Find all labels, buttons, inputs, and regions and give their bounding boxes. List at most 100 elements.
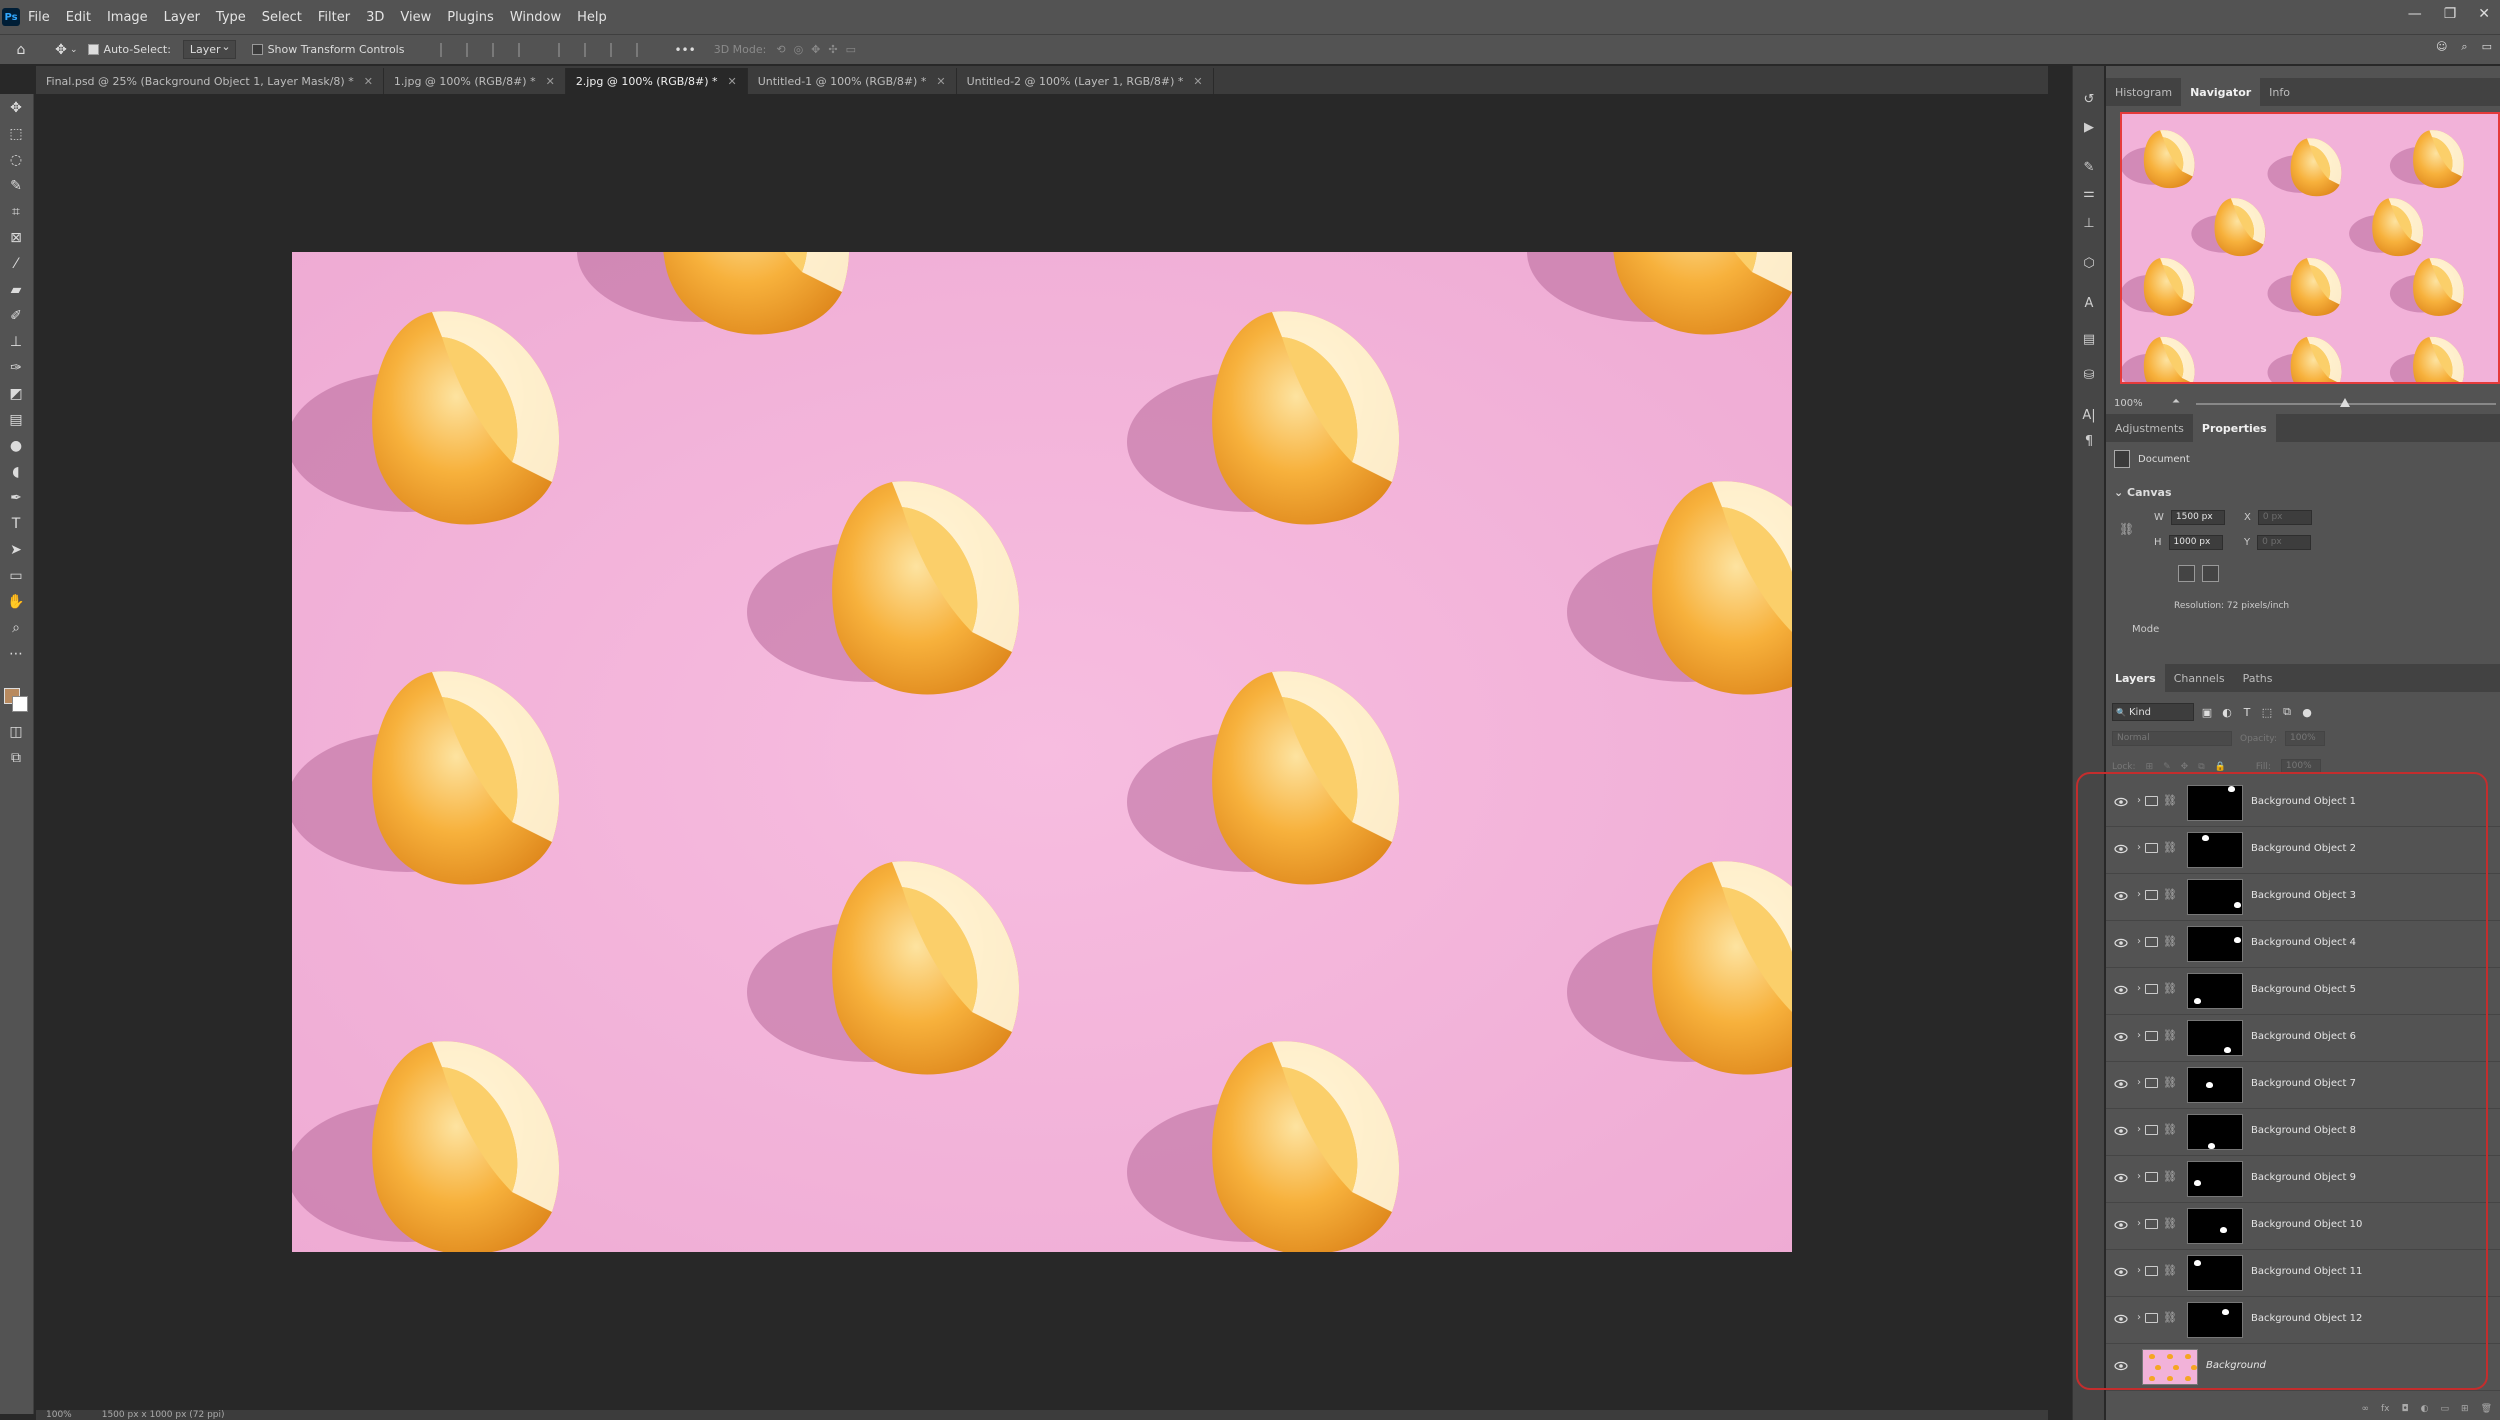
tab-info[interactable]: Info	[2260, 78, 2299, 106]
character-icon[interactable]: A|	[2080, 406, 2098, 424]
layer-mask-thumbnail[interactable]	[2187, 1255, 2243, 1291]
tab-untitled-2[interactable]: Untitled-2 @ 100% (Layer 1, RGB/8#) * ✕	[956, 68, 1214, 94]
menu-filter[interactable]: Filter	[310, 10, 358, 25]
layer-mask-thumbnail[interactable]	[2187, 1114, 2243, 1150]
document-canvas[interactable]	[292, 252, 1792, 1252]
mask-link-icon[interactable]: ⛓	[2163, 982, 2177, 995]
layer-name[interactable]: Background	[2206, 1360, 2266, 1371]
visibility-eye-icon[interactable]	[2114, 1173, 2128, 1183]
layer-name[interactable]: Background Object 3	[2251, 890, 2356, 901]
layer-mask-thumbnail[interactable]	[2187, 1067, 2243, 1103]
delete-layer-icon[interactable]: 🗑	[2481, 1404, 2492, 1420]
align-bottom-icon[interactable]	[610, 42, 624, 57]
crop-tool-icon[interactable]: ⌗	[6, 202, 26, 222]
tab-final-psd[interactable]: Final.psd @ 25% (Background Object 1, La…	[36, 68, 384, 94]
menu-view[interactable]: View	[392, 10, 439, 25]
kind-filter-dropdown[interactable]: Kind	[2112, 703, 2194, 721]
layer-mask-thumbnail[interactable]	[2187, 1020, 2243, 1056]
menu-layer[interactable]: Layer	[156, 10, 208, 25]
menu-3d[interactable]: 3D	[358, 10, 392, 25]
type-tool-icon[interactable]: T	[6, 514, 26, 534]
layer-row[interactable]: › ⛓ Background Object 9	[2106, 1156, 2500, 1203]
expand-group-icon[interactable]: ›	[2137, 1030, 2141, 1041]
align-top-icon[interactable]	[558, 42, 572, 57]
layer-name[interactable]: Background Object 5	[2251, 984, 2356, 995]
rectangle-tool-icon[interactable]: ▭	[6, 566, 26, 586]
status-zoom[interactable]: 100%	[46, 1410, 72, 1420]
mask-link-icon[interactable]: ⛓	[2163, 1311, 2177, 1324]
tab-2-jpg[interactable]: 2.jpg @ 100% (RGB/8#) * ✕	[565, 68, 748, 94]
visibility-eye-icon[interactable]	[2114, 1314, 2128, 1324]
menu-edit[interactable]: Edit	[58, 10, 99, 25]
more-tools-icon[interactable]: ⋯	[6, 644, 26, 664]
layer-mask-thumbnail[interactable]	[2187, 879, 2243, 915]
tab-histogram[interactable]: Histogram	[2106, 78, 2181, 106]
layer-row[interactable]: › ⛓ Background Object 3	[2106, 874, 2500, 921]
blur-tool-icon[interactable]: ●	[6, 436, 26, 456]
expand-group-icon[interactable]: ›	[2137, 1312, 2141, 1323]
expand-group-icon[interactable]: ›	[2137, 842, 2141, 853]
lock-transparent-icon[interactable]: ⊞	[2146, 762, 2154, 772]
move-tool-icon[interactable]: ✥	[6, 98, 26, 118]
layer-row-background[interactable]: Background	[2106, 1344, 2500, 1391]
layer-mask-thumbnail[interactable]	[2187, 1161, 2243, 1197]
layer-mask-thumbnail[interactable]	[2187, 1208, 2243, 1244]
menu-type[interactable]: Type	[208, 10, 254, 25]
menu-image[interactable]: Image	[99, 10, 156, 25]
navigator-zoom-value[interactable]: 100%	[2114, 398, 2143, 409]
quick-select-tool-icon[interactable]: ✎	[6, 176, 26, 196]
background-color-swatch[interactable]	[12, 696, 28, 712]
close-icon[interactable]: ✕	[2478, 6, 2490, 22]
healing-tool-icon[interactable]: ▰	[6, 280, 26, 300]
mask-link-icon[interactable]: ⛓	[2163, 1076, 2177, 1089]
3d-cube-icon[interactable]: ⬡	[2080, 254, 2098, 272]
visibility-eye-icon[interactable]	[2114, 1361, 2128, 1371]
path-select-tool-icon[interactable]: ➤	[6, 540, 26, 560]
visibility-eye-icon[interactable]	[2114, 1267, 2128, 1277]
lock-artboard-icon[interactable]: ⧉	[2198, 762, 2204, 772]
tab-paths[interactable]: Paths	[2234, 664, 2282, 692]
history-icon[interactable]: ↺	[2080, 90, 2098, 108]
visibility-eye-icon[interactable]	[2114, 1079, 2128, 1089]
visibility-eye-icon[interactable]	[2114, 797, 2128, 807]
tab-layers[interactable]: Layers	[2106, 664, 2165, 692]
eyedropper-tool-icon[interactable]: ⁄	[6, 254, 26, 274]
mask-link-icon[interactable]: ⛓	[2163, 794, 2177, 807]
fill-input[interactable]: 100%	[2280, 759, 2321, 774]
layer-row[interactable]: › ⛓ Background Object 12	[2106, 1297, 2500, 1344]
workspace-icon[interactable]: ▭	[2482, 40, 2492, 54]
zoom-out-icon[interactable]: ⏶	[2172, 396, 2180, 407]
close-icon[interactable]: ✕	[1193, 75, 1202, 88]
adjustment-layer-icon[interactable]: ◐	[2421, 1404, 2429, 1420]
minimize-icon[interactable]: —	[2408, 6, 2422, 22]
menu-plugins[interactable]: Plugins	[439, 10, 502, 25]
gradient-tool-icon[interactable]: ▤	[6, 410, 26, 430]
distribute-icon[interactable]	[518, 42, 532, 57]
new-group-icon[interactable]: ▭	[2441, 1404, 2450, 1420]
smart-object-filter-icon[interactable]: ⧉	[2280, 705, 2294, 719]
layer-row[interactable]: › ⛓ Background Object 4	[2106, 921, 2500, 968]
expand-group-icon[interactable]: ›	[2137, 889, 2141, 900]
pen-tool-icon[interactable]: ✒	[6, 488, 26, 508]
mask-link-icon[interactable]: ⛓	[2163, 1170, 2177, 1183]
libraries-icon[interactable]: ⛁	[2080, 366, 2098, 384]
layer-mask-thumbnail[interactable]	[2187, 832, 2243, 868]
expand-group-icon[interactable]: ›	[2137, 1124, 2141, 1135]
actions-play-icon[interactable]: ▶	[2080, 118, 2098, 136]
add-mask-icon[interactable]: ◘	[2402, 1404, 2409, 1420]
layer-name[interactable]: Background Object 7	[2251, 1078, 2356, 1089]
menu-file[interactable]: File	[20, 10, 58, 25]
layer-name[interactable]: Background Object 9	[2251, 1172, 2356, 1183]
frame-tool-icon[interactable]: ⊠	[6, 228, 26, 248]
type-filter-icon[interactable]: T	[2240, 705, 2254, 719]
expand-group-icon[interactable]: ›	[2137, 1265, 2141, 1276]
layer-name[interactable]: Background Object 12	[2251, 1313, 2362, 1324]
filter-toggle-icon[interactable]: ●	[2300, 705, 2314, 719]
visibility-eye-icon[interactable]	[2114, 1032, 2128, 1042]
brush-tool-icon[interactable]: ✐	[6, 306, 26, 326]
layer-mask-thumbnail[interactable]	[2187, 1302, 2243, 1338]
visibility-eye-icon[interactable]	[2114, 891, 2128, 901]
lock-all-icon[interactable]: 🔒	[2215, 762, 2226, 772]
mask-link-icon[interactable]: ⛓	[2163, 888, 2177, 901]
lock-pixels-icon[interactable]: ✎	[2163, 762, 2171, 772]
